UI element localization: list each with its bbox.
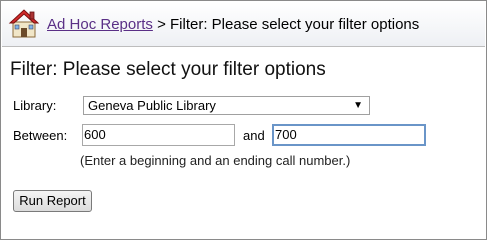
call-number-to-input[interactable]: 700	[272, 124, 426, 146]
breadcrumb: Ad Hoc Reports > Filter: Please select y…	[47, 16, 419, 33]
page-title: Filter: Please select your filter option…	[10, 59, 326, 80]
call-number-hint: (Enter a beginning and an ending call nu…	[80, 153, 351, 168]
and-label: and	[243, 128, 265, 143]
library-label: Library:	[13, 98, 57, 113]
library-select-value: Geneva Public Library	[88, 98, 216, 113]
chevron-down-icon: ▼	[353, 100, 363, 111]
call-number-from-input[interactable]: 600	[82, 124, 235, 146]
header-divider	[2, 46, 485, 47]
house-icon[interactable]	[8, 7, 40, 39]
between-label: Between:	[13, 128, 68, 143]
run-report-button[interactable]: Run Report	[13, 190, 92, 212]
breadcrumb-current: Filter: Please select your filter option…	[170, 16, 420, 33]
breadcrumb-separator: >	[157, 16, 166, 33]
header-bar: Ad Hoc Reports > Filter: Please select y…	[2, 2, 485, 46]
report-window: Ad Hoc Reports > Filter: Please select y…	[0, 0, 487, 240]
library-select[interactable]: Geneva Public Library ▼	[83, 96, 370, 115]
breadcrumb-ad-hoc-reports-link[interactable]: Ad Hoc Reports	[47, 16, 153, 33]
